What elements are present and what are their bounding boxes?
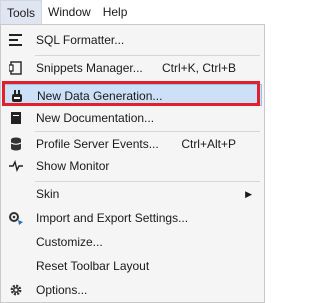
database-icon [8,136,24,152]
menu-item-skin[interactable]: Skin ▶ [2,183,262,205]
pulse-icon [8,158,24,174]
menu-item-label: Options... [36,283,88,297]
menu-item-label: Profile Server Events... [36,137,159,151]
data-generator-icon [9,88,25,104]
menu-item-reset-toolbar-layout[interactable]: Reset Toolbar Layout [2,255,262,277]
settings-transfer-icon [8,210,24,226]
menu-item-label: Import and Export Settings... [36,211,189,225]
menu-item-new-documentation[interactable]: New Documentation... [2,107,262,129]
menu-separator [35,181,260,182]
menu-item-profile-server-events[interactable]: Profile Server Events... Ctrl+Alt+P [2,133,262,155]
menu-item-new-data-generation[interactable]: New Data Generation... [2,84,262,106]
menu-separator [35,131,260,132]
menu-item-label: Reset Toolbar Layout [36,259,150,273]
submenu-arrow-icon: ▶ [245,189,252,199]
menu-item-label: Show Monitor [36,159,110,173]
menu-bar: Tools Window Help [0,0,265,24]
menu-tools-label: Tools [7,5,36,20]
menu-item-shortcut: Ctrl+K, Ctrl+B [161,61,236,75]
menu-item-label: Snippets Manager... [36,61,143,75]
gear-icon [8,282,24,298]
menu-item-customize[interactable]: Customize... [2,231,262,253]
menu-item-snippets-manager[interactable]: Snippets Manager... Ctrl+K, Ctrl+B [2,57,262,79]
menu-help-label: Help [102,5,128,19]
menu-tools[interactable]: Tools [0,0,43,24]
align-left-icon [8,32,24,48]
menu-item-label: SQL Formatter... [36,33,125,47]
menu-item-label: New Data Generation... [37,89,163,103]
menu-help[interactable]: Help [97,0,134,24]
menu-item-import-export-settings[interactable]: Import and Export Settings... [2,207,262,229]
menu-separator [35,55,260,56]
menu-item-options[interactable]: Options... [2,279,262,301]
snippet-icon [8,60,24,76]
menu-window[interactable]: Window [42,0,97,24]
menu-separator [35,82,260,83]
tools-dropdown-menu: SQL Formatter... Snippets Manager... Ctr… [0,24,265,303]
menu-item-sql-formatter[interactable]: SQL Formatter... [2,29,262,51]
menu-item-label: Skin [36,187,60,201]
menu-item-shortcut: Ctrl+Alt+P [181,137,236,151]
menu-item-label: New Documentation... [36,111,155,125]
documentation-icon [8,110,24,126]
menu-item-label: Customize... [36,235,103,249]
menu-window-label: Window [48,5,91,19]
menu-item-show-monitor[interactable]: Show Monitor [2,155,262,177]
